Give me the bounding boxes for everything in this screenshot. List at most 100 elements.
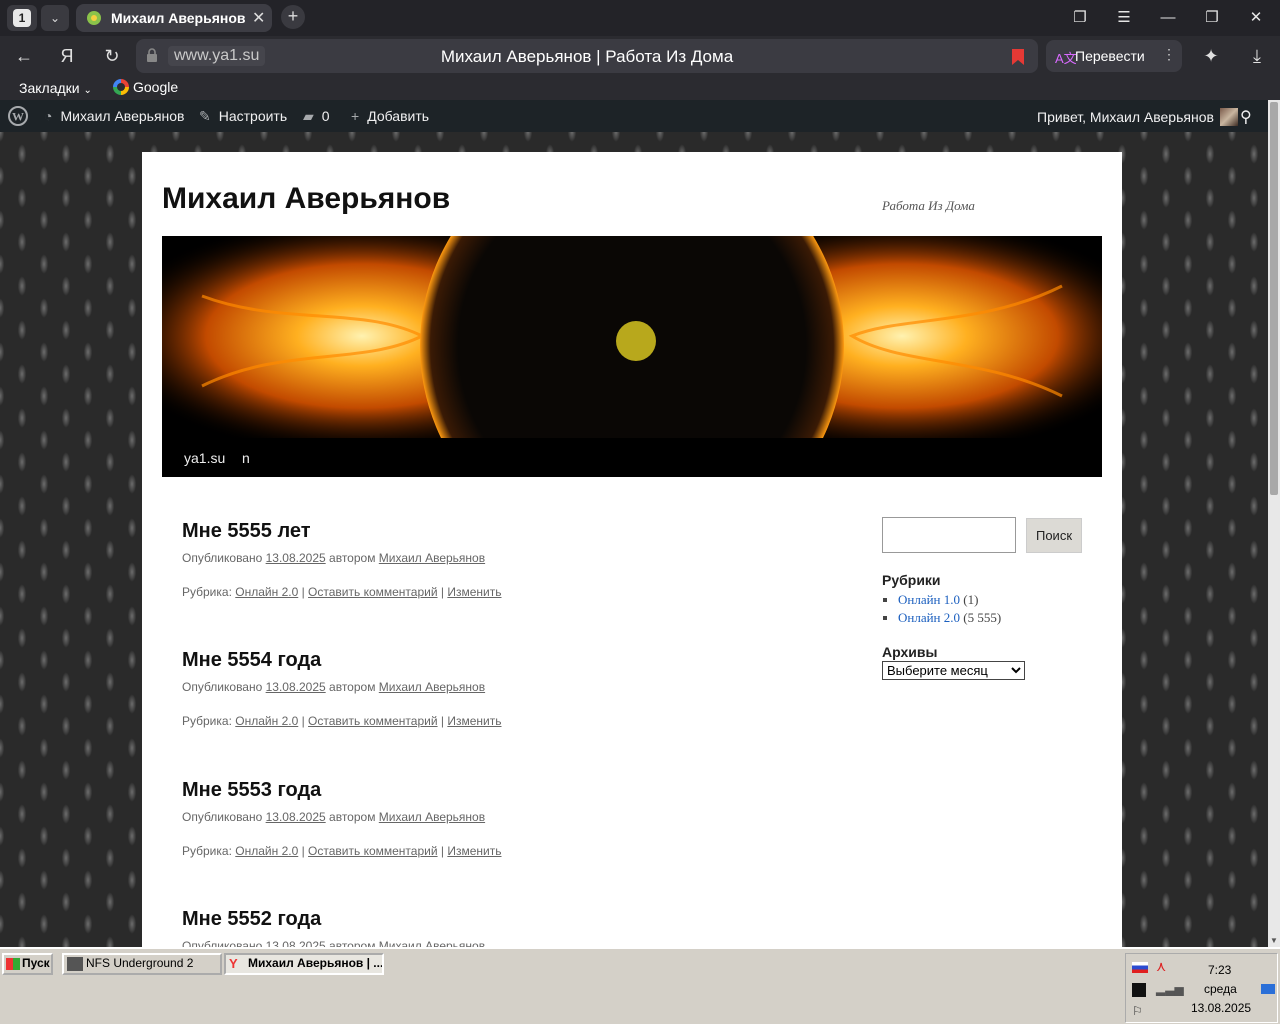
post-meta: Опубликовано 13.08.2025 автором Михаил А… bbox=[182, 680, 822, 694]
clock-time[interactable]: 7:23 bbox=[1208, 963, 1231, 977]
post-date-link[interactable]: 13.08.2025 bbox=[266, 939, 326, 947]
active-tab[interactable]: Михаил Аверьянов | Ра ✕ bbox=[76, 4, 272, 32]
post-author-link[interactable]: Михаил Аверьянов bbox=[379, 810, 485, 824]
bookmarks-folder[interactable]: Закладки ⌄ bbox=[19, 80, 92, 96]
post-meta: Опубликовано 13.08.2025 автором Михаил А… bbox=[182, 551, 822, 565]
admin-customize-label: Настроить bbox=[218, 108, 288, 124]
search-button[interactable]: Поиск bbox=[1026, 518, 1082, 553]
start-button[interactable]: Пуск bbox=[2, 953, 53, 975]
tab-counter-button[interactable]: 1 bbox=[7, 5, 37, 31]
minimize-icon[interactable]: — bbox=[1157, 7, 1179, 29]
more-vertical-icon[interactable]: ⋮ bbox=[1162, 46, 1176, 63]
admin-greeting[interactable]: Привет, Михаил Аверьянов bbox=[1037, 108, 1238, 126]
close-tab-icon[interactable]: ✕ bbox=[252, 8, 265, 28]
category-link[interactable]: Онлайн 2.0 bbox=[898, 610, 960, 625]
flag-icon[interactable]: ⚐ bbox=[1132, 1004, 1143, 1018]
main-menu: ya1.su n bbox=[162, 438, 1102, 477]
leave-comment-link[interactable]: Оставить комментарий bbox=[308, 714, 438, 728]
signal-icon[interactable]: ▂▃▅ bbox=[1156, 982, 1184, 996]
admin-add-new[interactable]: + Добавить bbox=[351, 108, 429, 124]
post: Мне 5555 лет Опубликовано 13.08.2025 авт… bbox=[182, 520, 822, 599]
post-title[interactable]: Мне 5553 года bbox=[182, 779, 822, 802]
collections-icon[interactable]: ❐ bbox=[1069, 7, 1091, 29]
edit-post-link[interactable]: Изменить bbox=[447, 585, 501, 599]
brush-icon: ✎ bbox=[199, 108, 211, 124]
meta-by: автором bbox=[329, 551, 376, 565]
taskbar-item-label: NFS Underground 2 bbox=[86, 956, 194, 970]
svg-text:W: W bbox=[12, 110, 24, 124]
antivirus-icon[interactable]: ⋏ bbox=[1156, 958, 1166, 975]
archives-widget: Архивы Выберите месяц bbox=[882, 644, 1025, 680]
post-footer: Рубрика: Онлайн 2.0 | Оставить комментар… bbox=[182, 844, 502, 858]
restore-icon[interactable]: ❐ bbox=[1201, 7, 1223, 29]
yandex-icon[interactable]: Я bbox=[55, 45, 79, 69]
post-category-link[interactable]: Онлайн 2.0 bbox=[235, 714, 298, 728]
category-count: (1) bbox=[963, 592, 979, 607]
post-title[interactable]: Мне 5552 года bbox=[182, 908, 822, 931]
omnibox-page-title: Михаил Аверьянов | Работа Из Дома bbox=[440, 47, 734, 66]
menu-item-ya1[interactable]: ya1.su bbox=[184, 450, 225, 466]
header-image[interactable] bbox=[162, 236, 1102, 438]
console-icon[interactable] bbox=[1132, 983, 1146, 997]
post-category-link[interactable]: Онлайн 2.0 bbox=[235, 844, 298, 858]
archives-title: Архивы bbox=[882, 644, 938, 660]
post-author-link[interactable]: Михаил Аверьянов bbox=[379, 551, 485, 565]
nfs-app-icon bbox=[67, 957, 83, 971]
bookmark-google-label: Google bbox=[133, 79, 179, 95]
back-arrow-icon[interactable]: ← bbox=[12, 45, 36, 69]
leave-comment-link[interactable]: Оставить комментарий bbox=[308, 585, 438, 599]
post-meta: Опубликовано 13.08.2025 автором Михаил А… bbox=[182, 810, 822, 824]
post-date-link[interactable]: 13.08.2025 bbox=[266, 810, 326, 824]
post-title[interactable]: Мне 5554 года bbox=[182, 649, 822, 672]
bookmark-icon[interactable] bbox=[1012, 49, 1024, 65]
download-icon[interactable]: ⤓ bbox=[1245, 45, 1269, 69]
post-title[interactable]: Мне 5555 лет bbox=[182, 520, 822, 543]
avatar bbox=[1219, 108, 1238, 126]
site-description: Работа Из Дома bbox=[882, 198, 975, 213]
meta-published: Опубликовано bbox=[182, 680, 263, 694]
taskbar-item-nfs[interactable]: NFS Underground 2 bbox=[62, 953, 222, 975]
category-label: Рубрика: bbox=[182, 844, 232, 858]
yandex-browser-icon: Y bbox=[229, 956, 238, 971]
admin-greeting-label: Привет, Михаил Аверьянов bbox=[1037, 109, 1214, 125]
admin-add-new-label: Добавить bbox=[367, 108, 430, 124]
post-date-link[interactable]: 13.08.2025 bbox=[266, 551, 326, 565]
admin-site-name[interactable]: ◔ Михаил Аверьянов bbox=[44, 108, 184, 124]
post-author-link[interactable]: Михаил Аверьянов bbox=[379, 939, 485, 947]
search-input[interactable] bbox=[882, 517, 1016, 553]
edit-post-link[interactable]: Изменить bbox=[447, 714, 501, 728]
category-link[interactable]: Онлайн 1.0 bbox=[898, 592, 960, 607]
admin-comments[interactable]: ▰ 0 bbox=[303, 108, 330, 125]
bookmark-google[interactable]: Google bbox=[113, 79, 178, 95]
leave-comment-link[interactable]: Оставить комментарий bbox=[308, 844, 438, 858]
menu-item-n[interactable]: n bbox=[242, 450, 250, 466]
page-viewport: Михаил Аверьянов Работа Из Дома ya1.su n… bbox=[0, 132, 1268, 947]
wordpress-logo-icon[interactable]: W bbox=[8, 106, 28, 129]
archives-select[interactable]: Выберите месяц bbox=[882, 661, 1025, 680]
scroll-down-arrow-icon[interactable]: ▼ bbox=[1268, 935, 1280, 947]
translate-button[interactable]: A文 Перевести ⋮ bbox=[1046, 40, 1182, 72]
edit-post-link[interactable]: Изменить bbox=[447, 844, 501, 858]
admin-site-name-label: Михаил Аверьянов bbox=[60, 108, 185, 124]
page-scrollbar[interactable]: ▼ bbox=[1268, 100, 1280, 947]
desktop-icon[interactable] bbox=[1261, 984, 1275, 994]
close-window-icon[interactable]: ✕ bbox=[1245, 7, 1267, 29]
post-date-link[interactable]: 13.08.2025 bbox=[266, 680, 326, 694]
chevron-down-icon[interactable]: ⌄ bbox=[41, 5, 69, 31]
extensions-icon[interactable]: ✦ bbox=[1199, 45, 1223, 69]
admin-customize[interactable]: ✎ Настроить bbox=[199, 108, 287, 125]
post-author-link[interactable]: Михаил Аверьянов bbox=[379, 680, 485, 694]
reload-icon[interactable]: ↻ bbox=[100, 45, 124, 69]
post-category-link[interactable]: Онлайн 2.0 bbox=[235, 585, 298, 599]
menu-icon[interactable]: ☰ bbox=[1113, 7, 1135, 29]
translate-label: Перевести bbox=[1075, 48, 1145, 64]
site-title[interactable]: Михаил Аверьянов bbox=[162, 182, 450, 216]
language-flag-icon[interactable] bbox=[1132, 962, 1148, 973]
scrollbar-thumb[interactable] bbox=[1270, 102, 1278, 495]
new-tab-button[interactable]: + bbox=[281, 5, 305, 29]
taskbar-item-browser[interactable]: Y Михаил Аверьянов | ... bbox=[224, 953, 384, 975]
chevron-down-icon: ⌄ bbox=[83, 85, 92, 96]
omnibox[interactable]: www.ya1.su Михаил Аверьянов | Работа Из … bbox=[136, 39, 1038, 73]
search-icon[interactable]: ⚲ bbox=[1240, 107, 1252, 127]
list-item: Онлайн 1.0 (1) bbox=[898, 591, 1001, 609]
